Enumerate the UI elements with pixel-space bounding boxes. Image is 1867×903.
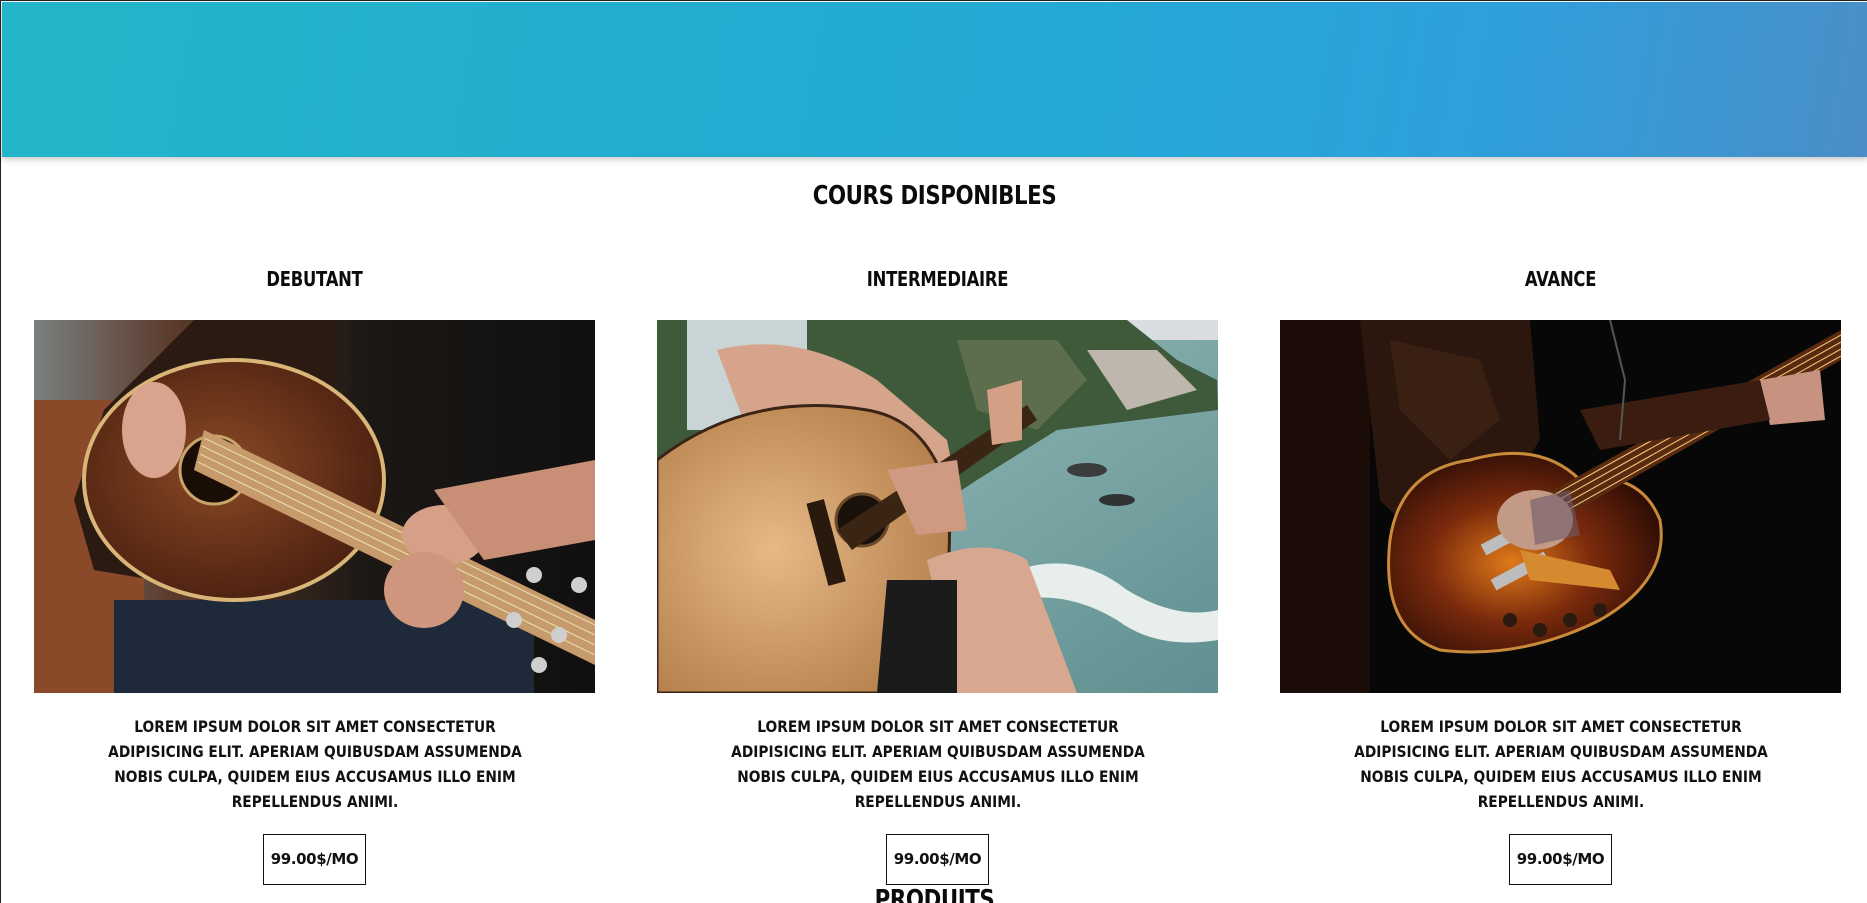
course-card-description: LOREM IPSUM DOLOR SIT AMET CONSECTETUR A… (107, 717, 522, 811)
course-card-title: DEBUTANT (266, 267, 363, 291)
course-card-debutant: DEBUTANT LOREM IPSUM DOLOR SIT AMET CONS… (34, 267, 595, 885)
electric-guitar-photo (1280, 320, 1841, 693)
price-button[interactable]: 99.00$/MO (886, 834, 989, 885)
section-title-courses: COURS DISPONIBLES (812, 181, 1057, 211)
price-button[interactable]: 99.00$/MO (1509, 834, 1612, 885)
section-title-products: PRODUITS (874, 885, 995, 903)
guitar-by-sea-photo (657, 320, 1218, 693)
course-card-avance: AVANCE LOREM IPSUM DOLOR SIT AMET CONSEC… (1280, 267, 1841, 885)
page: COURS DISPONIBLES DEBUTANT LOREM IPSUM D… (0, 0, 1867, 903)
course-card-intermediaire: INTERMEDIAIRE LOREM IPSUM DOLOR SIT AMET… (657, 267, 1218, 885)
price-button[interactable]: 99.00$/MO (263, 834, 366, 885)
course-card-title: AVANCE (1524, 267, 1597, 291)
course-card-title: INTERMEDIAIRE (866, 267, 1009, 291)
acoustic-guitar-photo (34, 320, 595, 693)
course-card-description: LOREM IPSUM DOLOR SIT AMET CONSECTETUR A… (1353, 717, 1768, 811)
hero-banner (2, 2, 1867, 157)
course-card-description: LOREM IPSUM DOLOR SIT AMET CONSECTETUR A… (730, 717, 1145, 811)
